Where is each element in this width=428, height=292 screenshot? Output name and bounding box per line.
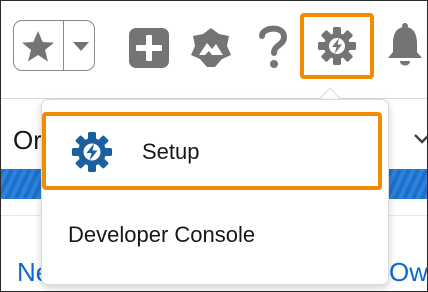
plus-icon[interactable] [128,27,170,69]
background-tab-label: Or [13,125,42,155]
chevron-down-icon[interactable] [70,35,92,57]
trailhead-icon[interactable] [189,25,233,69]
favorites-button-group [13,20,95,71]
question-icon[interactable] [253,21,293,71]
menu-item-label: Developer Console [68,222,256,247]
setup-dropdown-menu: Setup Developer Console [41,99,389,285]
menu-item-label: Setup [142,139,200,164]
gear-bolt-icon [72,132,112,172]
setup-gear-button[interactable] [300,13,374,79]
menu-item-developer-console[interactable]: Developer Console [42,212,386,260]
favorites-divider [63,21,64,70]
gear-bolt-icon [318,27,356,65]
screenshot-frame: Or Ne Ow Setup Developer Console [0,0,428,292]
bell-icon[interactable] [385,21,425,71]
background-link-right[interactable]: Ow [389,257,427,288]
chevron-down-icon [414,134,427,144]
menu-item-setup[interactable]: Setup [42,112,382,190]
star-icon[interactable] [18,27,58,65]
